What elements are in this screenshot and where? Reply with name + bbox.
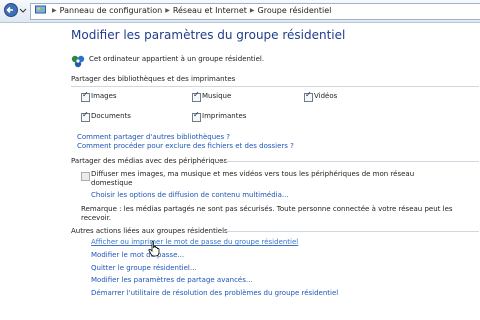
- history-dropdown-icon[interactable]: [19, 3, 27, 17]
- control-panel-icon: [35, 5, 46, 14]
- checkbox-printers-label: Imprimantes: [202, 112, 247, 120]
- section-divider: [226, 231, 479, 232]
- back-arrow-icon[interactable]: [4, 3, 18, 17]
- homegroup-icon: [71, 55, 85, 68]
- link-share-other-libraries[interactable]: Comment partager d'autres bibliothèques …: [77, 133, 230, 141]
- homegroup-status-text: Cet ordinateur appartient à un groupe ré…: [89, 55, 265, 63]
- link-homegroup-troubleshooter[interactable]: Démarrer l'utilitaire de résolution des …: [91, 289, 338, 297]
- section-divider: [71, 86, 479, 87]
- link-leave-homegroup[interactable]: Quitter le groupe résidentiel...: [91, 264, 197, 272]
- actions-section-heading: Autres actions liées aux groupes résiden…: [71, 227, 228, 235]
- breadcrumb-field[interactable]: ▶ Panneau de configuration ▶ Réseau et I…: [30, 3, 480, 20]
- checkbox-music[interactable]: [192, 90, 201, 102]
- breadcrumb-separator-icon[interactable]: ▶: [165, 7, 170, 14]
- page-title: Modifier les paramètres du groupe réside…: [71, 28, 346, 42]
- address-bar: ▶ Panneau de configuration ▶ Réseau et I…: [0, 0, 480, 23]
- section-divider: [218, 161, 479, 162]
- checkbox-music-label: Musique: [202, 92, 232, 100]
- checkbox-videos[interactable]: [304, 90, 313, 102]
- link-change-password[interactable]: Modifier le mot de passe...: [91, 251, 184, 259]
- link-media-streaming-options[interactable]: Choisir les options de diffusion de cont…: [91, 191, 289, 199]
- checkbox-printers[interactable]: [192, 110, 201, 122]
- media-remark-line1: Remarque : les médias partagés ne sont p…: [81, 205, 453, 213]
- link-exclude-files[interactable]: Comment procéder pour exclure des fichie…: [77, 142, 294, 150]
- breadcrumb-network-internet[interactable]: Réseau et Internet: [173, 6, 247, 15]
- checkbox-videos-label: Vidéos: [314, 92, 338, 100]
- link-show-print-password[interactable]: Afficher ou imprimer le mot de passe du …: [91, 238, 298, 246]
- checkbox-images[interactable]: [81, 90, 90, 102]
- breadcrumb: ▶ Panneau de configuration ▶ Réseau et I…: [35, 5, 331, 15]
- media-section-heading: Partager des médias avec des périphériqu…: [71, 157, 228, 165]
- breadcrumb-separator-icon[interactable]: ▶: [250, 7, 255, 14]
- stream-media-label-line2: domestique: [91, 179, 133, 187]
- link-advanced-sharing-settings[interactable]: Modifier les paramètres de partage avanc…: [91, 276, 253, 284]
- libraries-section-heading: Partager des bibliothèques et des imprim…: [71, 75, 236, 83]
- hand-cursor-icon: [148, 241, 160, 257]
- checkbox-stream-media[interactable]: [81, 172, 90, 181]
- breadcrumb-separator-icon[interactable]: ▶: [52, 7, 57, 14]
- checkbox-documents-label: Documents: [91, 112, 131, 120]
- breadcrumb-homegroup[interactable]: Groupe résidentiel: [258, 6, 332, 15]
- breadcrumb-control-panel[interactable]: Panneau de configuration: [60, 6, 163, 15]
- checkbox-images-label: Images: [91, 92, 117, 100]
- media-remark-line2: recevoir.: [81, 214, 112, 222]
- stream-media-label-line1: Diffuser mes images, ma musique et mes v…: [91, 170, 415, 178]
- checkbox-documents[interactable]: [81, 110, 90, 122]
